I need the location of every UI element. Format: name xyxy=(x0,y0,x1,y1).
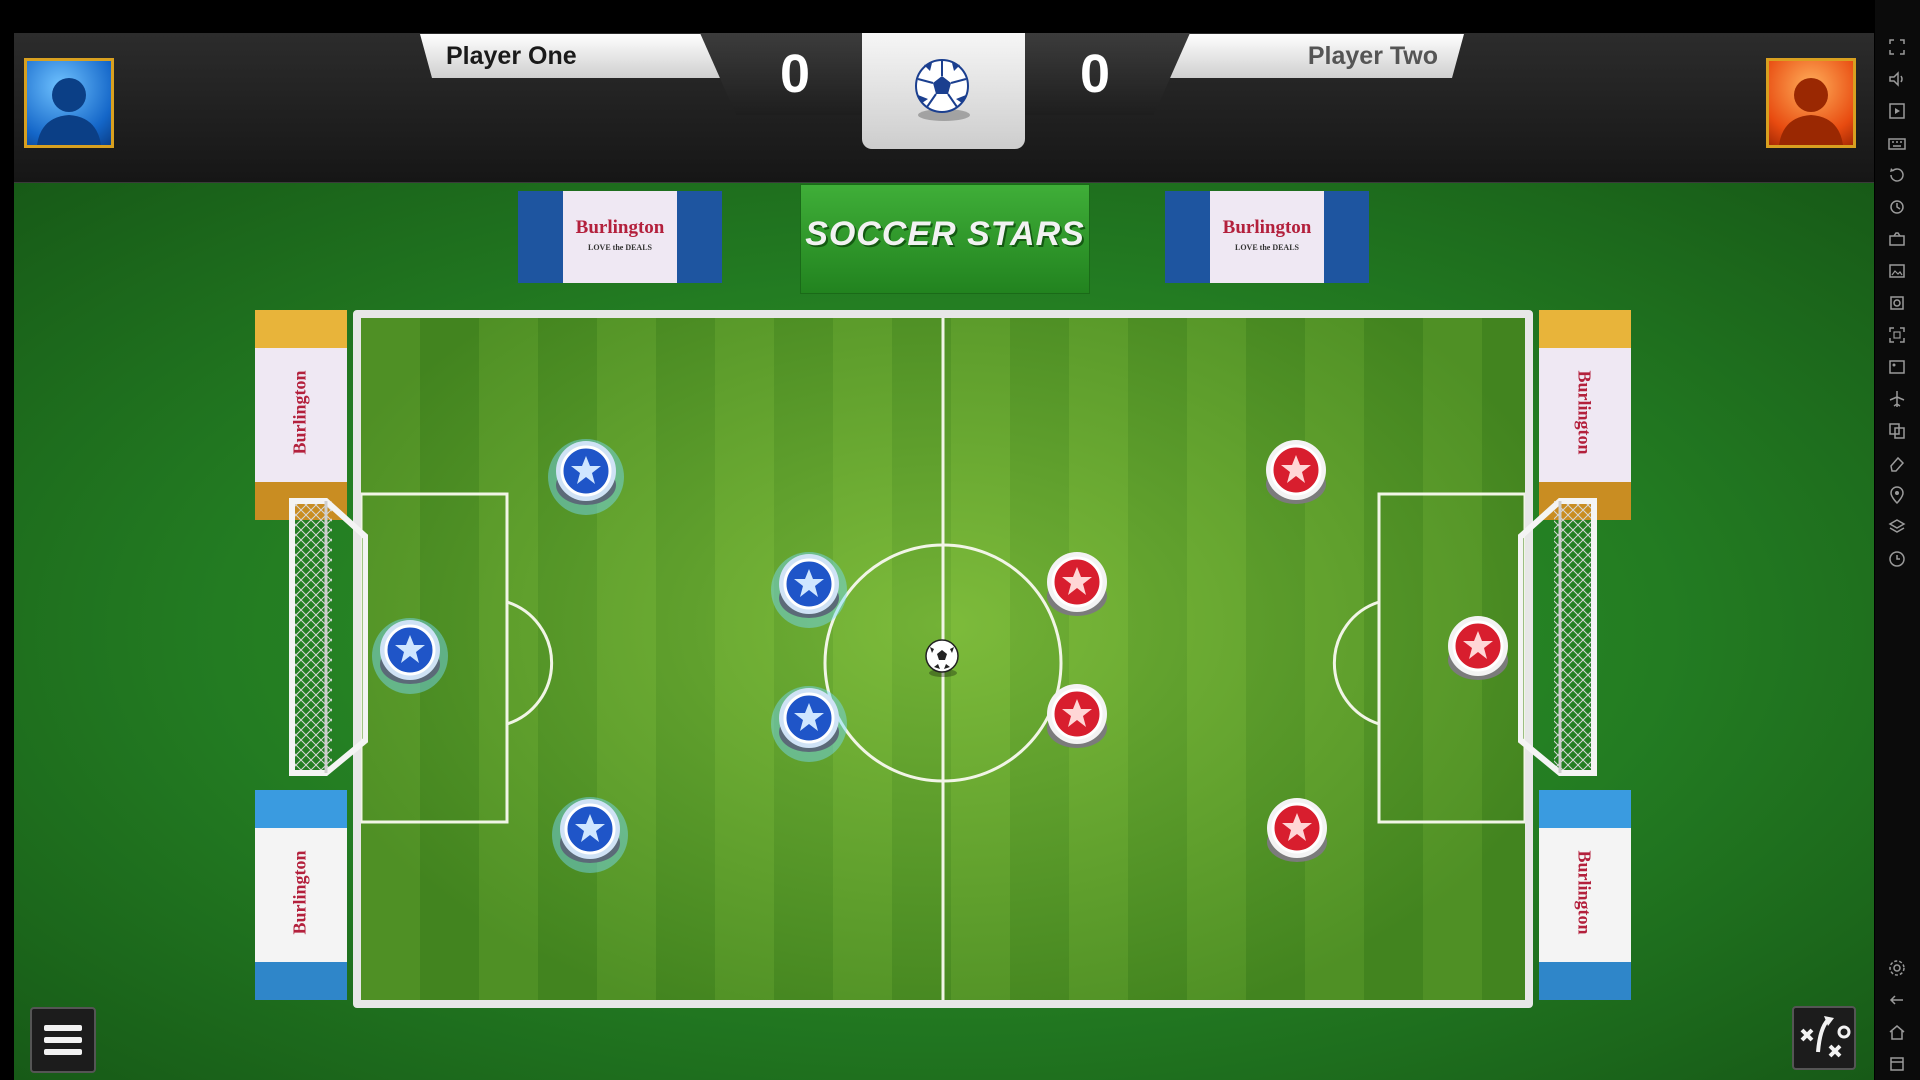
keyboard-icon[interactable] xyxy=(1888,134,1906,152)
recent-apps-icon[interactable] xyxy=(1888,1055,1906,1073)
history-icon[interactable] xyxy=(1888,550,1906,568)
sponsor-logo-text: Burlington xyxy=(575,217,665,238)
star-icon xyxy=(1448,616,1508,680)
sponsor-banner-right-top: Burlington xyxy=(1539,310,1631,520)
blue-player-puck[interactable] xyxy=(548,435,624,515)
sponsor-tagline: LOVE the DEALS xyxy=(587,243,652,252)
game-logo-banner: SOCCER STARS xyxy=(800,184,1090,294)
sponsor-logo-text: Burlington xyxy=(1222,217,1312,238)
settings-icon[interactable] xyxy=(1888,959,1906,977)
red-player-puck xyxy=(1440,610,1516,690)
play-icon[interactable] xyxy=(1888,102,1906,120)
soccer-ball-icon xyxy=(915,59,970,121)
star-icon xyxy=(1047,684,1107,748)
home-icon[interactable] xyxy=(1888,1023,1906,1041)
fullscreen-icon[interactable] xyxy=(1888,38,1906,56)
fit-screen-icon[interactable] xyxy=(1888,326,1906,344)
player-two-avatar[interactable] xyxy=(1766,58,1856,148)
player-two-name: Player Two xyxy=(1164,34,1464,78)
star-icon xyxy=(548,439,624,515)
sponsor-banner-left-top: Burlington xyxy=(255,310,347,520)
star-icon xyxy=(552,797,628,873)
airplane-icon[interactable] xyxy=(1888,390,1906,408)
volume-icon[interactable] xyxy=(1888,70,1906,88)
person-silhouette-icon xyxy=(1779,78,1843,145)
turn-indicator xyxy=(862,33,1025,149)
location-icon[interactable] xyxy=(1888,486,1906,504)
image-icon[interactable] xyxy=(1888,358,1906,376)
soccer-ball xyxy=(925,639,959,677)
refresh-icon[interactable] xyxy=(1888,198,1906,216)
hamburger-menu-icon xyxy=(44,1025,82,1055)
back-icon[interactable] xyxy=(1888,991,1906,1009)
layers-icon[interactable] xyxy=(1888,518,1906,536)
screenshot-icon[interactable] xyxy=(1888,294,1906,312)
camera-record-icon[interactable] xyxy=(1888,230,1906,248)
player-one-avatar[interactable] xyxy=(24,58,114,148)
tactics-button[interactable] xyxy=(1792,1006,1856,1070)
sponsor-banner-left-bottom: Burlington xyxy=(255,790,347,1000)
left-goal xyxy=(289,498,368,776)
blue-player-puck[interactable] xyxy=(771,548,847,628)
sponsor-logo-text: Burlington xyxy=(289,370,310,455)
rotate-icon[interactable] xyxy=(1888,166,1906,184)
gallery-icon[interactable] xyxy=(1888,262,1906,280)
sponsor-logo-text: Burlington xyxy=(289,850,310,935)
star-icon xyxy=(1047,552,1107,616)
star-icon xyxy=(1266,440,1326,504)
right-goal xyxy=(1518,498,1597,776)
sponsor-banner-top-right: Burlington LOVE the DEALS xyxy=(1165,191,1369,283)
player-one-name: Player One xyxy=(420,34,720,78)
blue-player-puck[interactable] xyxy=(552,793,628,873)
eraser-icon[interactable] xyxy=(1888,454,1906,472)
star-icon xyxy=(771,686,847,762)
game-logo-text: SOCCER STARS xyxy=(805,215,1085,253)
sponsor-banner-right-bottom: Burlington xyxy=(1539,790,1631,1000)
menu-button[interactable] xyxy=(30,1007,96,1073)
sponsor-banner-top-left: Burlington LOVE the DEALS xyxy=(518,191,722,283)
red-player-puck xyxy=(1039,546,1115,626)
game-screen: Player One Player Two 0 0 Burlington LOV… xyxy=(0,0,1875,1080)
person-silhouette-icon xyxy=(37,78,101,145)
blue-player-puck[interactable] xyxy=(771,682,847,762)
blue-player-puck[interactable] xyxy=(372,614,448,694)
copy-icon[interactable] xyxy=(1888,422,1906,440)
red-player-puck xyxy=(1259,792,1335,872)
sponsor-logo-text: Burlington xyxy=(1574,850,1595,935)
sponsor-tagline: LOVE the DEALS xyxy=(1234,243,1299,252)
sponsor-logo-text: Burlington xyxy=(1574,370,1595,455)
star-icon xyxy=(771,552,847,628)
red-player-puck xyxy=(1039,678,1115,758)
star-icon xyxy=(1267,798,1327,862)
emulator-sidebar xyxy=(1875,0,1920,1080)
red-player-puck xyxy=(1258,434,1334,514)
tactics-formation-icon xyxy=(1800,1016,1851,1058)
star-icon xyxy=(372,618,448,694)
